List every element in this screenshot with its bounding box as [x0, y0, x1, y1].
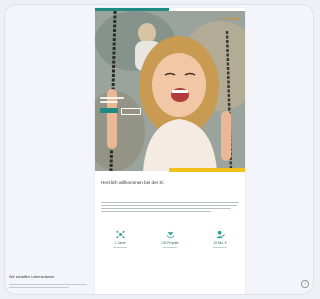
stat-value: 15 Mio. €	[213, 241, 227, 245]
stat-value: 100 Projekte	[161, 241, 179, 245]
person-check-icon	[215, 230, 225, 239]
stat-item: 1. Jahre	[100, 230, 140, 249]
stat-value: 1. Jahre	[114, 241, 126, 245]
footer-text-block	[9, 284, 87, 290]
hands-heart-icon	[166, 231, 174, 238]
preview-card: STIFTUNG Herzlich willkommen bei der Ki	[4, 4, 314, 295]
section-title: Herzlich willkommen bei der Ki	[101, 180, 164, 185]
hero-text-block	[100, 97, 124, 105]
brand-logo: STIFTUNG	[219, 17, 239, 21]
footer-section-title: Wir schaffen Lebensräume	[9, 275, 55, 279]
stat-item: 100 Projekte	[150, 230, 190, 249]
hero-primary-button[interactable]	[100, 108, 118, 113]
hero-secondary-button[interactable]	[121, 108, 141, 115]
stat-item: 15 Mio. €	[200, 230, 240, 249]
hero-image: STIFTUNG	[95, 11, 245, 171]
help-icon[interactable]: ?	[301, 280, 309, 288]
network-icon	[115, 230, 125, 239]
child-on-swing-image	[95, 11, 245, 171]
webpage-thumbnail[interactable]: STIFTUNG Herzlich willkommen bei der Ki	[95, 8, 245, 294]
highlight-bar	[169, 168, 245, 172]
intro-paragraph	[101, 202, 239, 214]
stats-row: 1. Jahre 100 Projekte 15 Mio. €	[95, 230, 245, 249]
